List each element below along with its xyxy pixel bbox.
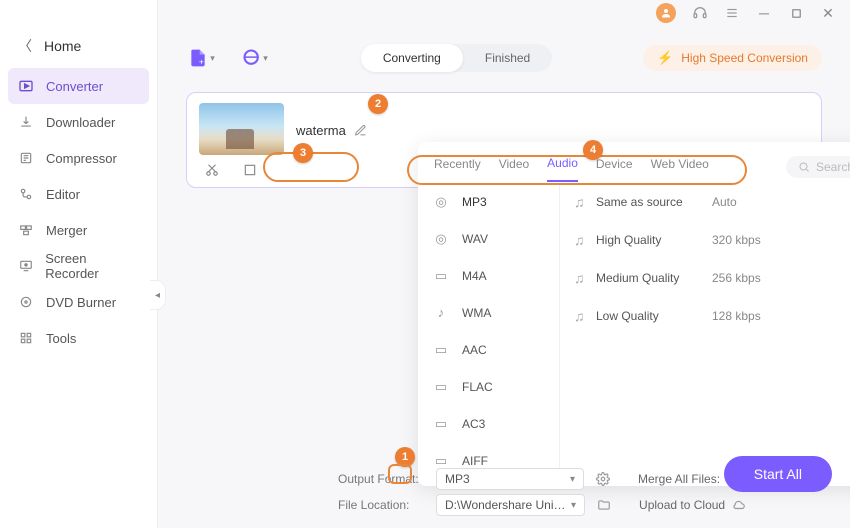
format-wma[interactable]: ♪WMA xyxy=(418,294,559,331)
panel-tab-device[interactable]: Device xyxy=(596,153,633,181)
screen-recorder-icon xyxy=(18,258,33,274)
format-ac3[interactable]: ▭AC3 xyxy=(418,405,559,442)
cloud-icon[interactable] xyxy=(731,498,747,512)
sidebar-item-label: Editor xyxy=(46,187,80,202)
maximize-button[interactable] xyxy=(788,5,804,21)
music-icon: ♫ xyxy=(574,270,596,286)
avatar[interactable] xyxy=(656,3,676,23)
search-icon xyxy=(798,161,810,173)
badge-icon: ▭ xyxy=(432,342,450,358)
footer: Output Format: MP3 ▾ Merge All Files: Fi… xyxy=(338,466,832,518)
music-icon: ♫ xyxy=(574,232,596,248)
back-label: Home xyxy=(44,38,81,54)
merge-all-label: Merge All Files: xyxy=(638,472,720,486)
sidebar-item-label: Downloader xyxy=(46,115,115,130)
edit-name-icon[interactable] xyxy=(354,124,367,137)
panel-tab-recently[interactable]: Recently xyxy=(434,153,481,181)
toolbar: + ▾ ▾ Converting Finished ⚡ High Speed C… xyxy=(158,26,850,82)
search-placeholder: Search xyxy=(816,160,850,174)
chevron-down-icon: ▾ xyxy=(210,53,215,64)
upload-cloud-label: Upload to Cloud xyxy=(639,498,725,512)
format-mp3[interactable]: ◎MP3 xyxy=(418,183,559,220)
panel-search[interactable]: Search xyxy=(786,156,850,178)
sidebar-item-label: Converter xyxy=(46,79,103,94)
music-icon: ♫ xyxy=(574,194,596,210)
format-list: ◎MP3 ◎WAV ▭M4A ♪WMA ▭AAC ▭FLAC ▭AC3 ▭AIF… xyxy=(418,183,560,486)
file-location-select[interactable]: D:\Wondershare UniConverter 1 ▾ xyxy=(436,494,585,516)
output-format-label: Output Format: xyxy=(338,472,424,486)
sidebar-item-dvd-burner[interactable]: DVD Burner xyxy=(0,284,157,320)
trim-icon[interactable] xyxy=(205,163,219,177)
crop-icon[interactable] xyxy=(243,163,257,177)
tab-converting[interactable]: Converting xyxy=(361,44,463,72)
start-all-button[interactable]: Start All xyxy=(724,456,832,492)
sidebar-item-label: Compressor xyxy=(46,151,117,166)
sidebar-item-editor[interactable]: Editor xyxy=(0,176,157,212)
format-aac[interactable]: ▭AAC xyxy=(418,331,559,368)
converter-icon xyxy=(18,78,34,94)
badge-icon: ▭ xyxy=(432,416,450,432)
badge-icon: ▭ xyxy=(432,379,450,395)
output-format-select[interactable]: MP3 ▾ xyxy=(436,468,584,490)
format-wav[interactable]: ◎WAV xyxy=(418,220,559,257)
format-m4a[interactable]: ▭M4A xyxy=(418,257,559,294)
quality-low[interactable]: ♫ Low Quality 128 kbps xyxy=(560,297,850,335)
sidebar-item-tools[interactable]: Tools xyxy=(0,320,157,356)
file-name: waterma xyxy=(296,123,346,138)
file-icon: ▭ xyxy=(432,268,450,284)
sidebar-item-screen-recorder[interactable]: Screen Recorder xyxy=(0,248,157,284)
file-thumbnail[interactable] xyxy=(199,103,284,155)
chevron-down-icon: ▾ xyxy=(571,500,576,511)
chevron-down-icon: ▾ xyxy=(263,53,268,64)
dvd-burner-icon xyxy=(18,294,34,310)
sidebar-item-converter[interactable]: Converter xyxy=(8,68,149,104)
sidebar-item-merger[interactable]: Merger xyxy=(0,212,157,248)
music-icon: ♫ xyxy=(574,308,596,324)
minimize-button[interactable]: ─ xyxy=(756,5,772,21)
disc-icon: ◎ xyxy=(432,231,450,247)
chevron-down-icon: ▾ xyxy=(570,474,575,485)
downloader-icon xyxy=(18,114,34,130)
panel-tab-video[interactable]: Video xyxy=(499,153,529,181)
sidebar-item-downloader[interactable]: Downloader xyxy=(0,104,157,140)
high-speed-label: High Speed Conversion xyxy=(681,51,808,65)
file-location-label: File Location: xyxy=(338,498,424,512)
quality-same-as-source[interactable]: ♫ Same as source Auto xyxy=(560,183,850,221)
quality-high[interactable]: ♫ High Quality 320 kbps xyxy=(560,221,850,259)
add-url-button[interactable]: ▾ xyxy=(240,46,270,70)
format-panel: Recently Video Audio Device Web Video Se… xyxy=(418,142,850,486)
settings-icon[interactable] xyxy=(596,472,610,486)
sidebar: 〈 Home Converter Downloader Compressor E… xyxy=(0,0,158,528)
sidebar-item-label: Tools xyxy=(46,331,76,346)
panel-tab-webvideo[interactable]: Web Video xyxy=(651,153,709,181)
sidebar-item-label: DVD Burner xyxy=(46,295,116,310)
open-folder-icon[interactable] xyxy=(597,498,611,512)
format-flac[interactable]: ▭FLAC xyxy=(418,368,559,405)
main-area: + ▾ ▾ Converting Finished ⚡ High Speed C… xyxy=(158,26,850,528)
panel-tab-audio[interactable]: Audio xyxy=(547,152,578,182)
high-speed-button[interactable]: ⚡ High Speed Conversion xyxy=(643,45,822,71)
add-files-button[interactable]: + ▾ xyxy=(186,46,216,70)
compressor-icon xyxy=(18,150,34,166)
lightning-icon: ⚡ xyxy=(657,50,673,66)
note-icon: ♪ xyxy=(432,305,450,320)
back-home[interactable]: 〈 Home xyxy=(0,28,157,68)
menu-icon[interactable] xyxy=(724,5,740,21)
back-icon: 〈 xyxy=(18,36,32,56)
editor-icon xyxy=(18,186,34,202)
quality-list: ♫ Same as source Auto ♫ High Quality 320… xyxy=(560,183,850,486)
quality-medium[interactable]: ♫ Medium Quality 256 kbps xyxy=(560,259,850,297)
tab-finished[interactable]: Finished xyxy=(463,44,552,72)
sidebar-item-compressor[interactable]: Compressor xyxy=(0,140,157,176)
svg-text:+: + xyxy=(199,57,204,67)
sidebar-item-label: Merger xyxy=(46,223,87,238)
close-button[interactable]: ✕ xyxy=(820,5,836,21)
sidebar-item-label: Screen Recorder xyxy=(45,251,139,281)
tools-icon xyxy=(18,330,34,346)
disc-icon: ◎ xyxy=(432,194,450,210)
support-icon[interactable] xyxy=(692,5,708,21)
merger-icon xyxy=(18,222,34,238)
status-segment: Converting Finished xyxy=(361,44,552,72)
